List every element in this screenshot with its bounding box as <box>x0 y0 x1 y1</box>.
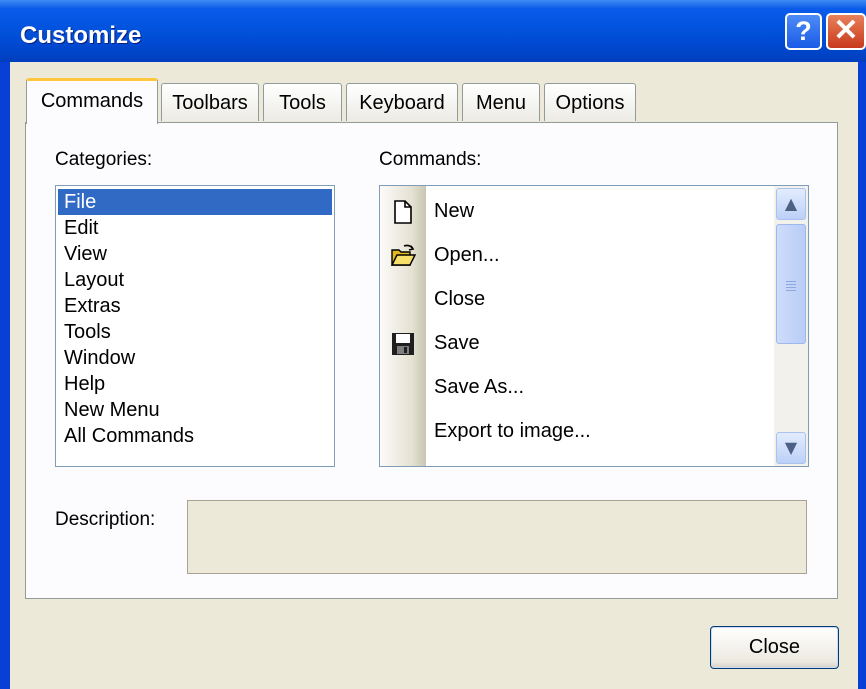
tab-options[interactable]: Options <box>544 83 636 121</box>
command-item-save-as[interactable]: Save As... <box>380 365 772 409</box>
commands-listbox[interactable]: New Open... Close Save Save As... Export… <box>379 185 809 467</box>
floppy-disk-icon <box>392 333 414 355</box>
command-label: Save As... <box>434 376 525 398</box>
tab-tools-label: Tools <box>279 92 326 114</box>
tab-commands-label: Commands <box>40 90 144 112</box>
command-item-open[interactable]: Open... <box>380 233 772 277</box>
categories-label: Categories: <box>55 149 153 170</box>
category-item-tools[interactable]: Tools <box>58 319 332 345</box>
new-document-icon <box>394 200 412 224</box>
chevron-down-icon: ▼ <box>784 438 798 457</box>
scroll-up-button[interactable]: ▲ <box>776 188 806 220</box>
document-icon <box>390 463 416 467</box>
tab-menu-label: Menu <box>475 92 527 114</box>
window-title: Customize <box>20 22 142 49</box>
help-icon: ? <box>795 16 812 46</box>
command-label: Close <box>434 288 486 310</box>
close-button[interactable]: Close <box>710 626 839 669</box>
title-bar[interactable]: Customize ? ✕ <box>0 0 866 62</box>
command-label: Save <box>434 332 480 354</box>
command-label: New <box>434 200 475 222</box>
command-item-new[interactable]: New <box>380 189 772 233</box>
command-item-partial[interactable] <box>380 453 772 467</box>
tab-tools[interactable]: Tools <box>263 83 342 121</box>
title-close-button[interactable]: ✕ <box>826 13 866 50</box>
categories-listbox[interactable]: File Edit View Layout Extras Tools Windo… <box>55 185 335 467</box>
category-item-window[interactable]: Window <box>58 345 332 371</box>
open-folder-icon <box>390 244 416 266</box>
category-item-help[interactable]: Help <box>58 371 332 397</box>
tab-toolbars[interactable]: Toolbars <box>161 83 259 121</box>
tab-options-label: Options <box>555 92 625 114</box>
tab-menu[interactable]: Menu <box>462 83 540 121</box>
command-label: Export to image... <box>434 420 591 442</box>
tab-keyboard-label: Keyboard <box>359 92 445 114</box>
category-item-layout[interactable]: Layout <box>58 267 332 293</box>
description-field <box>187 500 807 574</box>
tab-commands[interactable]: Commands <box>26 78 158 124</box>
close-icon: ✕ <box>833 14 859 47</box>
scroll-down-button[interactable]: ▼ <box>776 432 806 464</box>
help-button[interactable]: ? <box>785 13 822 50</box>
category-item-new-menu[interactable]: New Menu <box>58 397 332 423</box>
category-item-edit[interactable]: Edit <box>58 215 332 241</box>
command-label: Open... <box>434 244 500 266</box>
category-item-extras[interactable]: Extras <box>58 293 332 319</box>
customize-dialog: Customize ? ✕ Commands Toolbars Tools Ke… <box>0 0 866 689</box>
command-item-export-to-image[interactable]: Export to image... <box>380 409 772 453</box>
chevron-up-icon: ▲ <box>784 194 798 213</box>
scroll-thumb[interactable] <box>776 224 806 344</box>
tab-keyboard[interactable]: Keyboard <box>346 83 458 121</box>
command-item-save[interactable]: Save <box>380 321 772 365</box>
category-item-view[interactable]: View <box>58 241 332 267</box>
category-item-file[interactable]: File <box>58 189 332 215</box>
description-label: Description: <box>55 509 156 530</box>
command-item-close[interactable]: Close <box>380 277 772 321</box>
commands-label: Commands: <box>379 149 482 170</box>
category-item-all-commands[interactable]: All Commands <box>58 423 332 449</box>
tab-toolbars-label: Toolbars <box>172 92 248 114</box>
commands-scrollbar[interactable]: ▲ ▼ <box>774 186 808 466</box>
